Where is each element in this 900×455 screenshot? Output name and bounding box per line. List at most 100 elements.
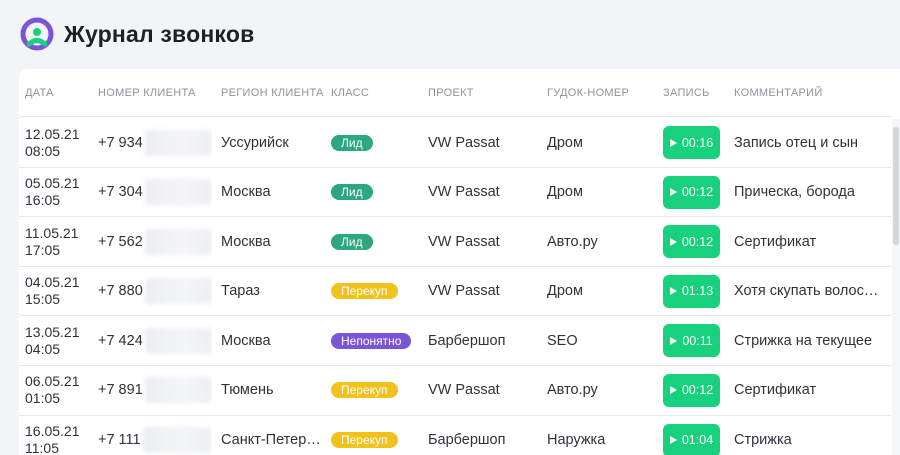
table-row[interactable]: 05.05.21 16:05 +7 304 Москва Лид VW Passat Дро… [19, 168, 891, 218]
project-cell: Барбершоп [428, 432, 506, 449]
play-record-button[interactable]: 00:16 [663, 126, 720, 159]
scrollbar-thumb[interactable] [893, 127, 899, 245]
date-cell: 16.05.21 11:05 [25, 416, 95, 455]
region-cell: Санкт-Петер… [221, 432, 321, 449]
date-cell: 05.05.21 16:05 [25, 168, 95, 217]
phone-redaction [144, 228, 212, 255]
class-badge[interactable]: Непонятно [331, 332, 412, 349]
gudok-cell: SEO [547, 332, 578, 349]
column-header-project[interactable]: Проект [428, 87, 474, 99]
play-icon [669, 237, 677, 246]
play-icon [669, 287, 677, 296]
region-cell: Уссурийск [221, 134, 289, 151]
project-cell: VW Passat [428, 233, 500, 250]
gudok-cell: Дром [547, 134, 583, 151]
play-record-button[interactable]: 00:12 [663, 373, 720, 407]
table-row[interactable]: 06.05.21 01:05 +7 891 Тюмень Перекуп VW Passa… [19, 366, 891, 416]
call-time: 04:05 [25, 340, 61, 357]
call-time: 11:05 [25, 440, 59, 455]
call-date: 12.05.21 [25, 125, 80, 142]
page-header: Журнал звонков [20, 14, 254, 54]
call-time: 15:05 [25, 291, 61, 308]
project-cell: Барбершоп [428, 332, 506, 349]
gudok-cell: Дром [547, 283, 583, 300]
phone-cell: +7 562 [98, 217, 212, 266]
play-icon [669, 386, 677, 395]
class-badge[interactable]: Перекуп [331, 432, 398, 449]
phone-cell: +7 880 [98, 267, 212, 316]
record-duration: 00:16 [681, 135, 714, 150]
play-record-button[interactable]: 00:11 [663, 324, 720, 358]
call-time: 01:05 [25, 390, 61, 407]
class-badge[interactable]: Перекуп [331, 283, 398, 300]
project-cell: VW Passat [428, 134, 500, 151]
record-cell: 00:11 [663, 316, 723, 365]
record-cell: 00:12 [663, 366, 723, 415]
call-time: 17:05 [25, 241, 61, 258]
phone-cell: +7 304 [98, 168, 212, 217]
client-phone: +7 880 [98, 283, 143, 300]
play-record-button[interactable]: 00:12 [663, 175, 720, 209]
record-cell: 00:12 [663, 217, 723, 266]
table-row[interactable]: 12.05.21 08:05 +7 934 Уссурийск Лид VW Passat… [19, 118, 891, 168]
call-date: 04.05.21 [25, 274, 80, 291]
call-date: 05.05.21 [25, 175, 80, 192]
client-phone: +7 562 [98, 233, 143, 250]
comment-cell: Сертификат [734, 382, 817, 399]
class-cell: Лид [331, 217, 431, 266]
table-scrollbar[interactable] [892, 119, 900, 455]
call-date: 16.05.21 [25, 423, 80, 440]
comment-cell: Стрижка [734, 432, 792, 449]
call-date: 11.05.21 [25, 224, 79, 241]
class-cell: Перекуп [331, 267, 431, 316]
table-body: 12.05.21 08:05 +7 934 Уссурийск Лид VW Passat… [19, 118, 891, 455]
comment-cell: Хотя скупать волос… [734, 283, 879, 300]
table-row[interactable]: 04.05.21 15:05 +7 880 Тараз Перекуп VW Passat… [19, 267, 891, 317]
phone-redaction [144, 129, 212, 156]
column-header-comment[interactable]: Комментарий [734, 87, 823, 99]
class-badge[interactable]: Лид [331, 233, 373, 250]
phone-cell: +7 111 [98, 416, 212, 455]
region-cell: Москва [221, 184, 271, 201]
play-icon [670, 336, 678, 345]
play-record-button[interactable]: 01:04 [663, 423, 720, 455]
column-header-phone[interactable]: Номер клиента [98, 87, 196, 99]
phone-cell: +7 424 [98, 316, 212, 365]
table-row[interactable]: 11.05.21 17:05 +7 562 Москва Лид VW Passat Авт… [19, 217, 891, 267]
comment-cell: Прическа, борода [734, 184, 855, 201]
phone-redaction [144, 327, 212, 354]
project-cell: VW Passat [428, 184, 500, 201]
column-header-date[interactable]: Дата [25, 87, 54, 99]
date-cell: 11.05.21 17:05 [25, 217, 95, 266]
column-header-record[interactable]: Запись [663, 87, 710, 99]
table-row[interactable]: 13.05.21 04:05 +7 424 Москва Непонятно Барбер… [19, 316, 891, 366]
class-cell: Лид [331, 118, 431, 167]
column-header-region[interactable]: Регион клиента [221, 87, 324, 99]
record-cell: 01:04 [663, 416, 723, 455]
class-cell: Лид [331, 168, 431, 217]
class-badge[interactable]: Лид [331, 184, 373, 201]
column-header-gudok[interactable]: Гудок-номер [547, 87, 629, 99]
calls-table-card: Дата Номер клиента Регион клиента Класс … [19, 69, 900, 455]
column-header-class[interactable]: Класс [331, 87, 369, 99]
page-title: Журнал звонков [64, 20, 255, 47]
play-record-button[interactable]: 00:12 [663, 225, 720, 259]
class-badge[interactable]: Лид [331, 134, 373, 151]
client-phone: +7 304 [98, 184, 143, 201]
client-phone: +7 111 [98, 432, 141, 449]
project-cell: VW Passat [428, 382, 500, 399]
date-cell: 13.05.21 04:05 [25, 316, 95, 365]
record-duration: 00:12 [681, 185, 714, 200]
record-cell: 00:16 [663, 118, 723, 167]
play-record-button[interactable]: 01:13 [663, 274, 720, 308]
client-phone: +7 424 [98, 332, 143, 349]
phone-cell: +7 891 [98, 366, 212, 415]
class-badge[interactable]: Перекуп [331, 382, 398, 399]
record-duration: 01:04 [681, 433, 714, 448]
table-row[interactable]: 16.05.21 11:05 +7 111 Санкт-Петер… Перекуп Ба… [19, 416, 891, 455]
call-date: 13.05.21 [25, 323, 80, 340]
phone-cell: +7 934 [98, 118, 212, 167]
region-cell: Тараз [221, 283, 260, 300]
play-icon [669, 138, 677, 147]
class-cell: Перекуп [331, 366, 431, 415]
